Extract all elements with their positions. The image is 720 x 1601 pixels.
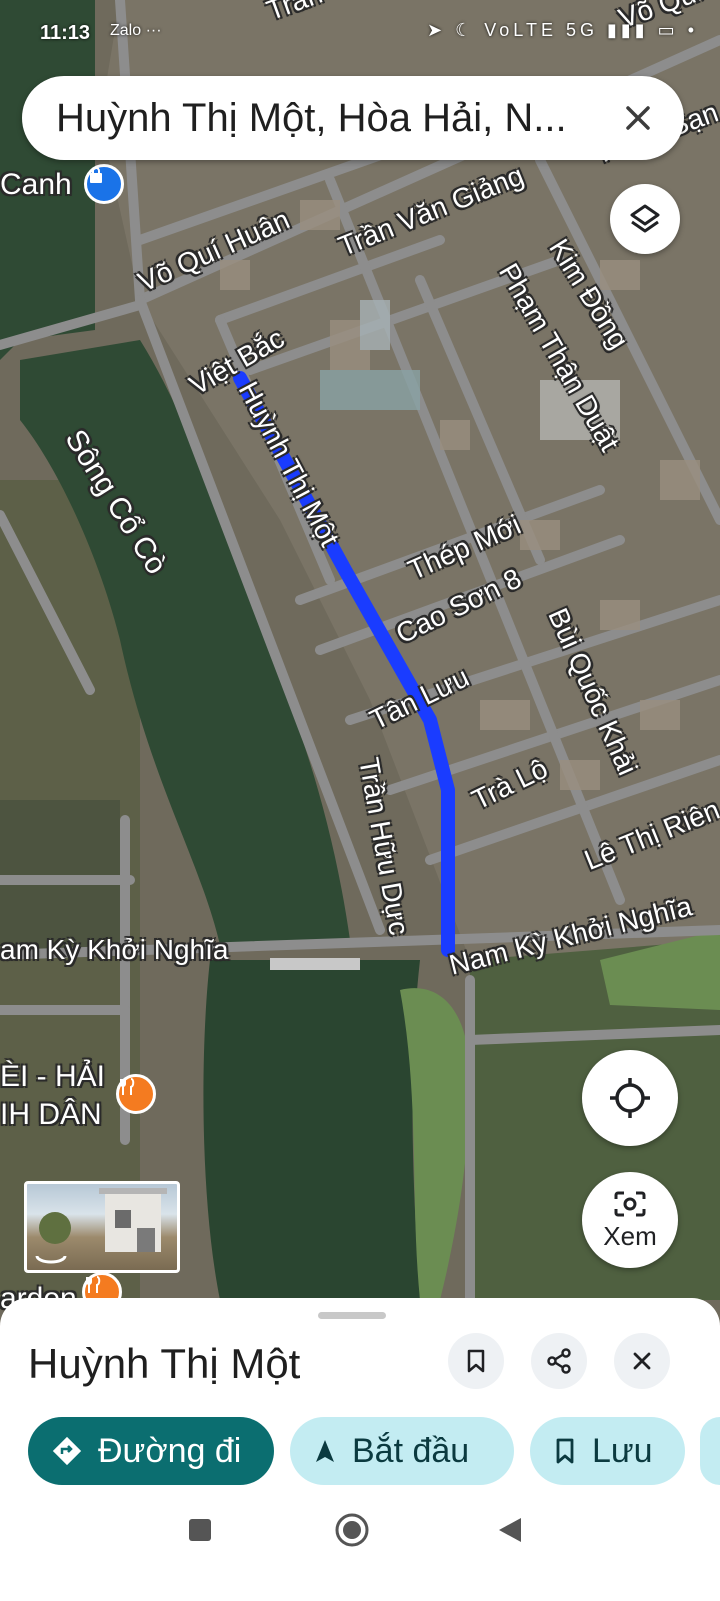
save-label: Lưu bbox=[592, 1431, 653, 1470]
camera-search-icon bbox=[614, 1191, 646, 1216]
home-circle-icon bbox=[335, 1513, 369, 1547]
directions-icon bbox=[52, 1436, 82, 1466]
start-label: Bắt đầu bbox=[352, 1431, 470, 1470]
close-icon bbox=[633, 1352, 651, 1370]
home-button[interactable] bbox=[332, 1510, 372, 1550]
restaurant-icon[interactable] bbox=[116, 1074, 156, 1114]
place-title: Huỳnh Thị Một bbox=[28, 1340, 301, 1387]
square-icon bbox=[189, 1519, 211, 1541]
status-bar: 11:13 Zalo ··· ➤ ☾ VoLTE 5G ▮▮▮ ▭ • bbox=[0, 0, 720, 70]
poi-label: IH DÂN bbox=[0, 1098, 102, 1131]
bridge bbox=[270, 958, 360, 970]
layers-button[interactable] bbox=[610, 184, 680, 254]
share-button[interactable] bbox=[531, 1333, 587, 1389]
crosshair-icon bbox=[610, 1078, 650, 1118]
start-button[interactable]: Bắt đầu bbox=[290, 1417, 514, 1485]
recents-button[interactable] bbox=[180, 1510, 220, 1550]
drag-handle[interactable] bbox=[318, 1312, 386, 1319]
bookmark-icon bbox=[554, 1437, 576, 1465]
system-icons: ➤ ☾ VoLTE 5G ▮▮▮ ▭ • bbox=[427, 20, 698, 40]
status-time: 11:13 bbox=[40, 22, 91, 44]
poi-label: ÈI - HẢI bbox=[0, 1060, 106, 1093]
rotate-360-icon bbox=[35, 1255, 67, 1264]
street-label: am Kỳ Khởi Nghĩa bbox=[0, 934, 229, 965]
save-bookmark-button[interactable] bbox=[448, 1333, 504, 1389]
back-button[interactable] bbox=[490, 1510, 530, 1550]
shopping-bag-icon[interactable] bbox=[84, 164, 124, 204]
search-bar[interactable]: Huỳnh Thị Một, Hòa Hải, N... bbox=[22, 76, 684, 160]
street-view-thumbnail[interactable] bbox=[24, 1181, 180, 1273]
system-nav-bar bbox=[0, 1490, 720, 1570]
my-location-button[interactable] bbox=[582, 1050, 678, 1146]
poi-label: Canh bbox=[0, 168, 72, 201]
share-icon bbox=[547, 1348, 571, 1374]
directions-button[interactable]: Đường đi bbox=[28, 1417, 274, 1485]
navigation-arrow-icon bbox=[314, 1438, 336, 1464]
layers-icon bbox=[630, 204, 660, 233]
more-chip[interactable] bbox=[700, 1417, 720, 1485]
notification-icons: Zalo ··· bbox=[110, 22, 162, 39]
xem-label: Xem bbox=[603, 1220, 657, 1251]
directions-label: Đường đi bbox=[98, 1431, 242, 1470]
bookmark-icon bbox=[467, 1349, 485, 1373]
close-sheet-button[interactable] bbox=[614, 1333, 670, 1389]
back-triangle-icon bbox=[499, 1518, 521, 1542]
lens-view-button[interactable]: Xem bbox=[582, 1172, 678, 1268]
search-query[interactable]: Huỳnh Thị Một, Hòa Hải, N... bbox=[56, 96, 567, 141]
save-button[interactable]: Lưu bbox=[530, 1417, 685, 1485]
close-icon[interactable] bbox=[614, 94, 662, 142]
